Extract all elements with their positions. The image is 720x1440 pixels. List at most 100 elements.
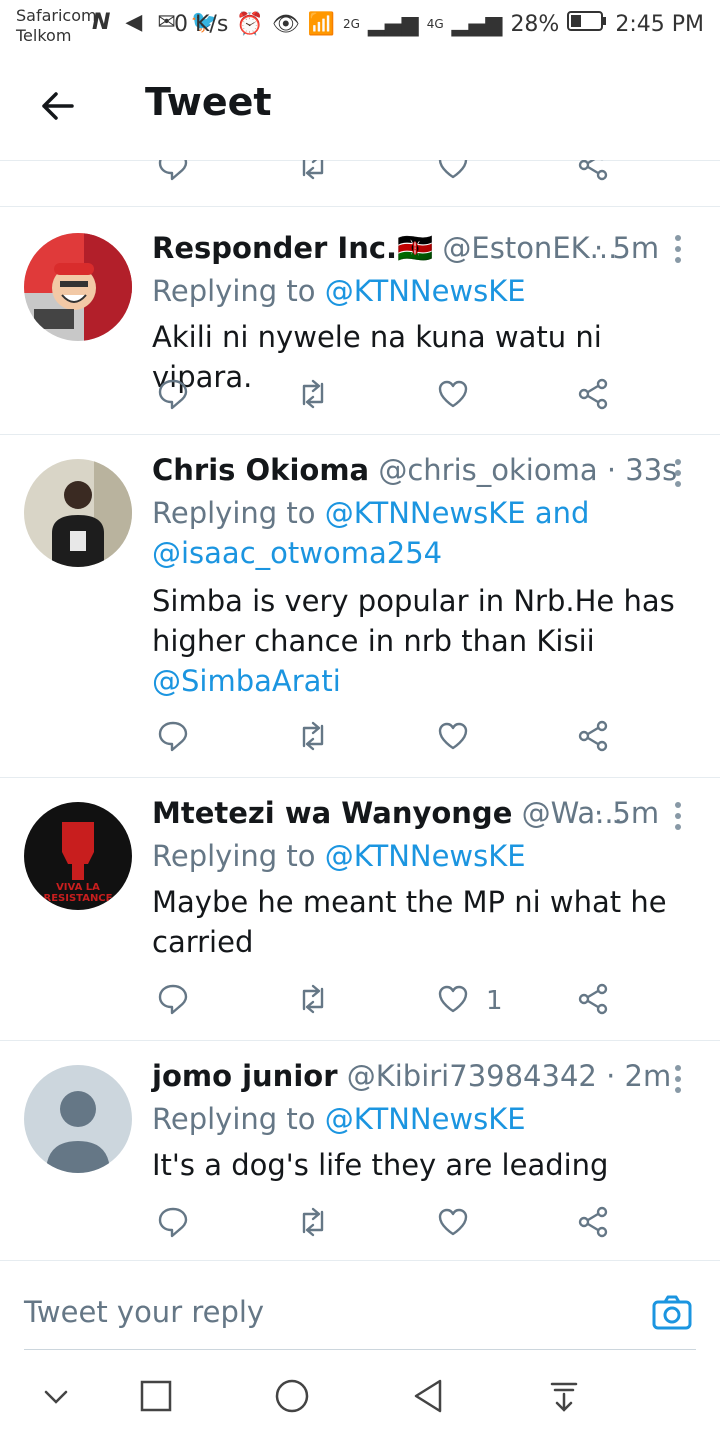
reply-icon[interactable] xyxy=(156,719,196,759)
avatar[interactable] xyxy=(24,459,132,567)
alarm-icon: ⏰ xyxy=(236,11,264,37)
status-bar: Safaricom Telkom N ◀ ✉ 🐦 0 K/s ⏰ 👁 📶 2G … xyxy=(0,0,720,56)
action-bar xyxy=(0,719,720,759)
mention-link[interactable]: @KTNNewsKE xyxy=(325,274,526,308)
nav-circle-icon[interactable] xyxy=(270,1374,314,1418)
top-app-bar: Tweet xyxy=(0,56,720,161)
share-icon[interactable] xyxy=(576,982,616,1022)
tweet-text: Maybe he meant the MP ni what he carried xyxy=(152,885,667,959)
reply-icon[interactable] xyxy=(156,160,196,188)
replying-to: Replying to @KTNNewsKE xyxy=(152,271,526,311)
tweet-text: Simba is very popular in Nrb.He has high… xyxy=(152,581,692,701)
more-icon[interactable] xyxy=(668,457,688,489)
action-bar xyxy=(0,377,720,417)
mention-link[interactable]: @KTNNewsKE xyxy=(325,1102,526,1136)
action-bar xyxy=(0,1205,720,1245)
previous-tweet-actions xyxy=(0,160,720,207)
handle[interactable]: @Kibiri73984342 xyxy=(347,1059,597,1093)
display-name[interactable]: Mtetezi wa Wanyonge xyxy=(152,796,512,830)
carrier-secondary: Telkom xyxy=(16,26,72,45)
signal-2g: 2G xyxy=(343,17,360,31)
avatar[interactable]: VIVA LA RESISTANCE xyxy=(24,802,132,910)
clock: 2:45 PM xyxy=(615,11,704,37)
replying-to: Replying to @KTNNewsKE xyxy=(152,836,526,876)
tweet-header: Mtetezi wa Wanyonge @Wa... xyxy=(152,796,623,830)
replying-to: Replying to @KTNNewsKE xyxy=(152,1099,526,1139)
display-name[interactable]: jomo junior xyxy=(152,1059,338,1093)
reply-icon[interactable] xyxy=(156,1205,196,1245)
share-icon[interactable] xyxy=(576,719,616,759)
tweet-item[interactable]: VIVA LA RESISTANCE Mtetezi wa Wanyonge @W… xyxy=(0,778,720,1041)
tweet-item[interactable]: Chris Okioma @chris_okioma · 33s Replyin… xyxy=(0,435,720,778)
replying-prefix: Replying to xyxy=(152,1102,316,1136)
system-nav-bar xyxy=(0,1350,720,1440)
like-icon[interactable] xyxy=(436,1205,476,1245)
nav-down-icon[interactable] xyxy=(34,1374,78,1418)
action-bar xyxy=(0,160,720,188)
reply-icon[interactable] xyxy=(156,377,196,417)
share-icon[interactable] xyxy=(576,1205,616,1245)
wifi-icon: 📶 xyxy=(307,11,336,37)
retweet-icon[interactable] xyxy=(296,160,336,188)
retweet-icon[interactable] xyxy=(296,377,336,417)
display-name[interactable]: Chris Okioma xyxy=(152,453,369,487)
more-icon[interactable] xyxy=(668,1063,688,1095)
nav-back-icon[interactable] xyxy=(406,1374,450,1418)
like-icon[interactable] xyxy=(436,719,476,759)
handle[interactable]: @EstonEK... xyxy=(442,231,617,265)
back-arrow-icon[interactable] xyxy=(36,84,80,128)
signal-4g: 4G xyxy=(426,17,444,31)
more-icon[interactable] xyxy=(668,233,688,265)
share-icon[interactable] xyxy=(576,377,616,417)
avatar-text-1: VIVA LA xyxy=(56,882,100,893)
replying-prefix: Replying to xyxy=(152,274,316,308)
like-icon[interactable] xyxy=(436,982,476,1022)
mention-link[interactable]: @SimbaArati xyxy=(152,664,341,698)
reply-composer: Tweet your reply xyxy=(0,1260,720,1351)
avatar[interactable] xyxy=(24,233,132,341)
retweet-icon[interactable] xyxy=(296,719,336,759)
like-count: 1 xyxy=(486,986,503,1016)
tweet-body: Simba is very popular in Nrb.He has high… xyxy=(152,584,675,658)
carrier-labels: Safaricom Telkom xyxy=(16,6,97,46)
avatar[interactable] xyxy=(24,1065,132,1173)
tweet-header: jomo junior @Kibiri73984342 · 2m xyxy=(152,1059,671,1093)
tweet-item[interactable]: Responder Inc.🇰🇪 @EstonEK... · 5m Replyi… xyxy=(0,207,720,435)
tweet-text: It's a dog's life they are leading xyxy=(152,1148,609,1182)
more-icon[interactable] xyxy=(668,800,688,832)
mention-link[interactable]: @KTNNewsKE xyxy=(325,839,526,873)
avatar-text-2: RESISTANCE xyxy=(44,893,113,904)
replying-prefix: Replying to xyxy=(152,839,316,873)
network-speed: 0 K/s xyxy=(173,11,229,37)
like-icon[interactable] xyxy=(436,160,476,188)
camera-icon[interactable] xyxy=(648,1289,696,1337)
carrier-primary: Safaricom xyxy=(16,6,97,25)
replying-to: Replying to @KTNNewsKE and @isaac_otwoma… xyxy=(152,493,589,573)
tweet-header: Chris Okioma @chris_okioma · 33s xyxy=(152,453,677,487)
like-icon[interactable] xyxy=(436,377,476,417)
retweet-icon[interactable] xyxy=(296,982,336,1022)
mention-link[interactable]: @isaac_otwoma254 xyxy=(152,536,442,570)
tweet-item[interactable]: jomo junior @Kibiri73984342 · 2m Replyin… xyxy=(0,1041,720,1259)
timestamp: · 5m xyxy=(594,796,660,830)
display-name[interactable]: Responder Inc.🇰🇪 xyxy=(152,231,433,265)
signal-icon: ▂▄▆ xyxy=(367,11,419,37)
nav-square-icon[interactable] xyxy=(134,1374,178,1418)
timestamp: · 33s xyxy=(606,453,678,487)
mention-link[interactable]: @KTNNewsKE and xyxy=(325,496,590,530)
share-icon[interactable] xyxy=(576,160,616,188)
handle[interactable]: @chris_okioma xyxy=(378,453,597,487)
reply-icon[interactable] xyxy=(156,982,196,1022)
reply-input[interactable]: Tweet your reply xyxy=(24,1295,264,1329)
telegram-icon: ◀ xyxy=(125,10,147,35)
tweet-header: Responder Inc.🇰🇪 @EstonEK... xyxy=(152,231,617,266)
status-right: 0 K/s ⏰ 👁 📶 2G ▂▄▆ 4G ▂▄▆ 28% 2:45 PM xyxy=(174,10,704,38)
timestamp: · 2m xyxy=(606,1059,672,1093)
eye-icon: 👁 xyxy=(271,11,300,37)
nav-notification-icon[interactable] xyxy=(542,1374,586,1418)
timestamp: · 5m xyxy=(594,231,660,265)
replying-prefix: Replying to xyxy=(152,496,316,530)
retweet-icon[interactable] xyxy=(296,1205,336,1245)
page-title: Tweet xyxy=(145,80,272,124)
signal-icon-2: ▂▄▆ xyxy=(451,11,503,37)
